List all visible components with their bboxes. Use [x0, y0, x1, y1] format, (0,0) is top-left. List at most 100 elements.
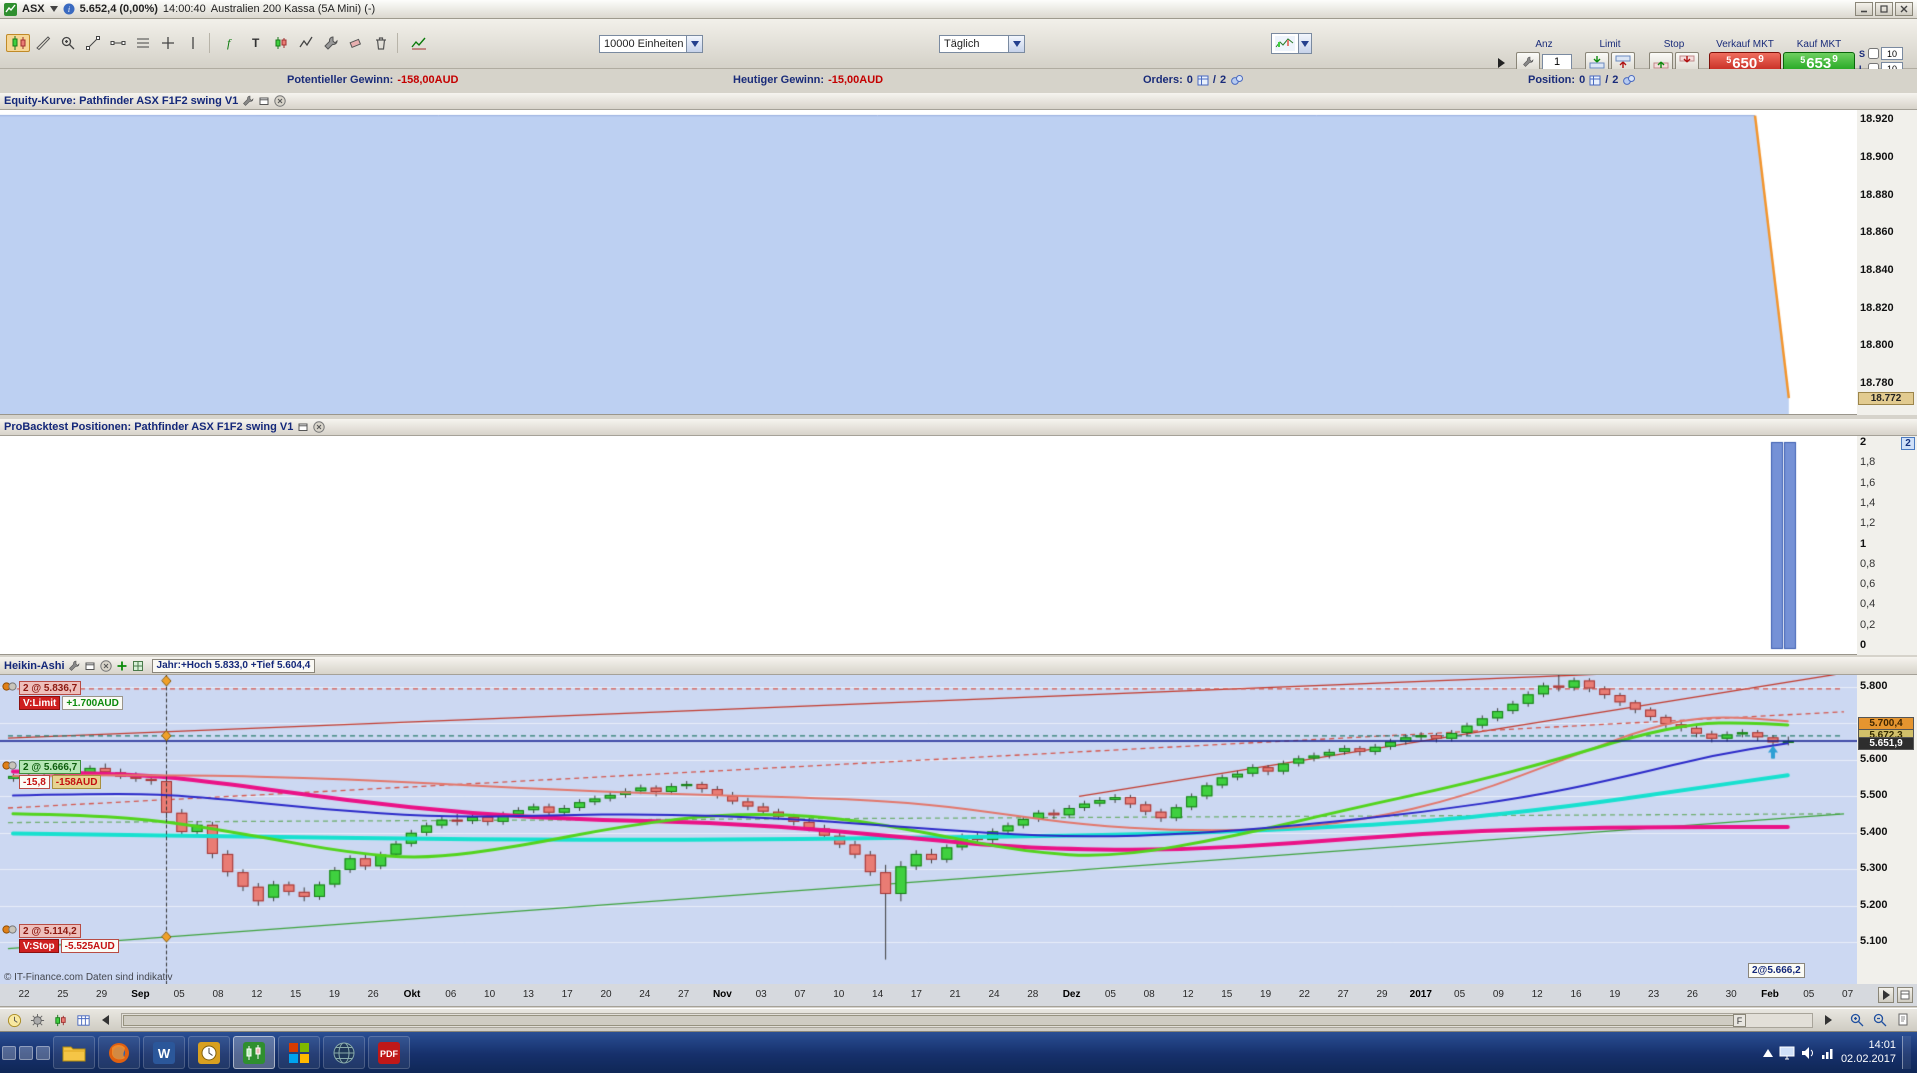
- positions-chart[interactable]: [0, 436, 1857, 655]
- close-panel-icon[interactable]: [273, 95, 286, 108]
- clock-icon[interactable]: [4, 1011, 24, 1030]
- tray-expand-icon[interactable]: [1762, 1048, 1773, 1057]
- units-dropdown-icon[interactable]: [686, 36, 702, 52]
- position-list-icon[interactable]: [1589, 74, 1601, 86]
- pdf-reader-button[interactable]: PDF: [368, 1036, 410, 1069]
- file-explorer-button[interactable]: [53, 1036, 95, 1069]
- timeframe-select[interactable]: Täglich: [939, 35, 1025, 53]
- order-gear-icon[interactable]: [2, 759, 17, 775]
- limit-order-chip[interactable]: 2 @ 5.836,7: [19, 681, 82, 695]
- crosshair-tool[interactable]: [156, 31, 180, 55]
- close-panel-icon[interactable]: [312, 421, 325, 434]
- trendline-tool[interactable]: [81, 31, 105, 55]
- system-clock[interactable]: 14:01 02.02.2017: [1841, 1039, 1896, 1067]
- add-indicator-icon[interactable]: [116, 659, 129, 672]
- timeframe-dropdown-icon[interactable]: [1008, 36, 1024, 52]
- quantity-input[interactable]: [1542, 54, 1572, 70]
- indicator-tool[interactable]: f: [219, 31, 243, 55]
- quick-launch-icon[interactable]: [2, 1045, 16, 1060]
- position-settings-icon[interactable]: [1622, 74, 1636, 86]
- chart-scrollbar[interactable]: F: [121, 1012, 1813, 1028]
- potential-profit-value: -158,00AUD: [397, 74, 459, 86]
- browser-globe-button[interactable]: [323, 1036, 365, 1069]
- show-desktop-button[interactable]: [1902, 1036, 1911, 1069]
- quick-launch-icon[interactable]: [36, 1045, 50, 1060]
- order-gear-icon[interactable]: [2, 923, 17, 939]
- firefox-button[interactable]: [98, 1036, 140, 1069]
- date-label: 24: [988, 989, 1000, 1000]
- office-suite-button[interactable]: [278, 1036, 320, 1069]
- stop-order-chip[interactable]: 2 @ 5.114,2: [19, 924, 81, 938]
- restore-window-icon[interactable]: [296, 421, 309, 434]
- chart-style-candles-button[interactable]: [6, 34, 30, 52]
- quick-launch-icon[interactable]: [19, 1045, 33, 1060]
- grid-view-icon[interactable]: [132, 659, 145, 672]
- trading-app-button[interactable]: [233, 1036, 275, 1069]
- volume-icon[interactable]: [1801, 1046, 1815, 1060]
- scroll-right-button[interactable]: [1878, 987, 1894, 1003]
- scroll-right-button[interactable]: [1818, 1011, 1838, 1030]
- zoom-in-tool[interactable]: [56, 31, 80, 55]
- symbol-dropdown-icon[interactable]: [49, 6, 58, 12]
- position-label: Position:: [1528, 74, 1576, 86]
- maximize-button[interactable]: [1875, 2, 1893, 16]
- delete-tool[interactable]: [369, 31, 393, 55]
- zoom-out-button[interactable]: [1870, 1011, 1890, 1030]
- eraser-tool[interactable]: [344, 31, 368, 55]
- mini-chart-icon[interactable]: [50, 1011, 70, 1030]
- potential-profit-label: Potentieller Gewinn:: [287, 74, 394, 86]
- fibonacci-tool[interactable]: [131, 31, 155, 55]
- s-checkbox[interactable]: [1868, 48, 1879, 59]
- heikin-ashi-chart[interactable]: 2 @ 5.836,7 V:Limit +1.700AUD 2 @ 5.666,…: [0, 675, 1857, 984]
- year-range-info: Jahr:+Hoch 5.833,0 +Tief 5.604,4: [151, 658, 316, 673]
- display-icon[interactable]: [1779, 1046, 1795, 1060]
- date-label: 19: [328, 989, 340, 1000]
- outlook-button[interactable]: [188, 1036, 230, 1069]
- print-page-button[interactable]: [1893, 1011, 1913, 1030]
- heikin-panel-header: Heikin-Ashi Jahr:+Hoch 5.833,0 +Tief 5.6…: [0, 657, 1917, 675]
- positions-count-badge: 2: [1901, 437, 1915, 450]
- chart-style-line-button[interactable]: [407, 31, 431, 55]
- vertical-line-tool[interactable]: [181, 31, 205, 55]
- s-value-input[interactable]: [1881, 47, 1903, 60]
- zigzag-tool[interactable]: [294, 31, 318, 55]
- word-button[interactable]: W: [143, 1036, 185, 1069]
- settings-wrench-tool[interactable]: [319, 31, 343, 55]
- date-label: 15: [1221, 989, 1233, 1000]
- trade-panel-collapse-icon[interactable]: [1497, 58, 1505, 68]
- axis-settings-icon[interactable]: [1897, 987, 1913, 1003]
- minimize-button[interactable]: [1855, 2, 1873, 16]
- scrollbar-thumb[interactable]: [123, 1014, 1746, 1026]
- close-button[interactable]: [1895, 2, 1913, 16]
- settings-gear-icon[interactable]: [27, 1011, 47, 1030]
- equity-panel-header: Equity-Kurve: Pathfinder ASX F1F2 swing …: [0, 93, 1917, 110]
- date-label: 28: [1027, 989, 1039, 1000]
- ruler-tool[interactable]: [31, 31, 55, 55]
- wrench-icon[interactable]: [241, 95, 254, 108]
- entry-position-chip[interactable]: 2 @ 5.666,7: [19, 760, 82, 774]
- wrench-icon[interactable]: [68, 659, 81, 672]
- scroll-left-button[interactable]: [96, 1011, 116, 1030]
- info-icon[interactable]: i: [63, 3, 75, 15]
- date-label: Nov: [712, 989, 732, 1000]
- chart-template-dropdown-icon[interactable]: [1299, 33, 1312, 54]
- scrollbar-marker: F: [1733, 1013, 1746, 1027]
- equity-chart[interactable]: [0, 110, 1857, 415]
- app-icon: [4, 2, 17, 16]
- restore-window-icon[interactable]: [84, 659, 97, 672]
- candlestick-tool[interactable]: [269, 31, 293, 55]
- table-view-icon[interactable]: [73, 1011, 93, 1030]
- zoom-in-button[interactable]: [1847, 1011, 1867, 1030]
- units-select[interactable]: 10000 Einheiten: [599, 35, 703, 53]
- order-gear-icon[interactable]: [2, 680, 17, 696]
- axis-label: 18.800: [1860, 339, 1894, 352]
- segment-tool[interactable]: [106, 31, 130, 55]
- date-label: Sep: [131, 989, 150, 1000]
- text-tool[interactable]: T: [244, 31, 268, 55]
- network-icon[interactable]: [1821, 1046, 1835, 1060]
- close-panel-icon[interactable]: [100, 659, 113, 672]
- restore-window-icon[interactable]: [257, 95, 270, 108]
- orders-list-icon[interactable]: [1197, 74, 1209, 86]
- orders-settings-icon[interactable]: [1230, 74, 1244, 86]
- chart-template-button[interactable]: [1271, 33, 1299, 54]
